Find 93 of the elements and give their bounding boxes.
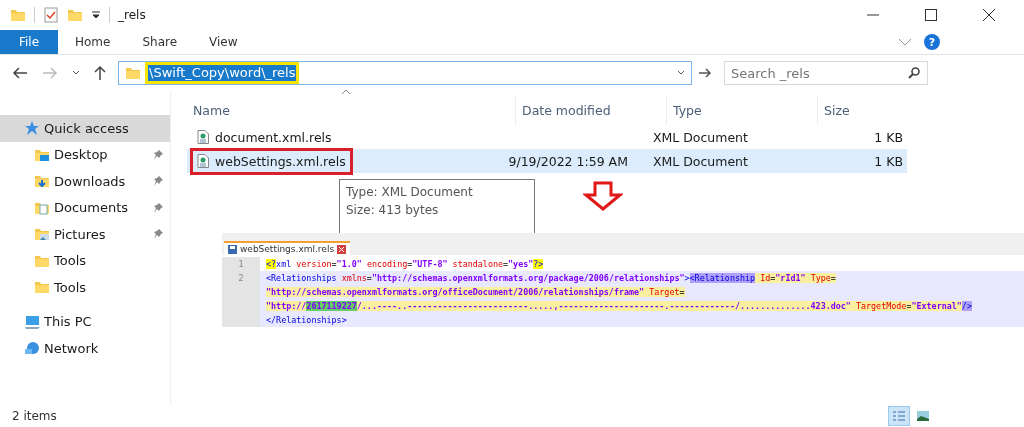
back-arrow-icon[interactable] [12,67,28,79]
sidebar-item[interactable]: Tools [0,247,170,274]
network-icon [24,340,40,357]
sidebar-item[interactable]: Pictures [0,221,170,248]
column-header[interactable]: Type [667,95,818,125]
highlighted-code-text: = [770,273,776,283]
help-button[interactable]: ? [924,34,940,50]
highlighted-code-text: "http://schemas.openxmlformats.org/officeDocument/2006/relationships/frame" [266,287,650,297]
details-list-icon [892,410,906,422]
code-text: "1.0" [336,259,363,269]
code-text: <Relationships [266,273,338,283]
file-menu-button[interactable]: File [0,30,58,54]
highlighted-code-text: <Relationship [689,273,756,283]
file-row[interactable]: webSettings.xml.rels 9/19/2022 1:59 AM XML Document 1 KB [187,149,907,173]
tooltip-text: Size: 413 bytes [346,202,440,219]
folder-icon [125,65,141,81]
sidebar-item[interactable]: Documents [0,194,170,221]
code-text: version [296,259,332,269]
code-text: = [503,259,509,269]
line-number-gutter: 2 [222,271,260,285]
up-arrow-icon[interactable] [94,65,106,81]
item-count: 2 items [12,409,57,423]
code-text: = [407,259,413,269]
code-text: = [366,273,372,283]
code-text: xml [276,259,293,269]
sidebar-item[interactable]: Network [0,335,170,362]
highlighted-code-text: Target [649,287,680,297]
downloads-folder-icon [34,173,50,190]
code-text: "UTF-8" [412,259,449,269]
column-header[interactable]: Size [818,95,934,125]
address-field[interactable]: \Swift_Copy\word\_rels [118,61,692,85]
sort-caret-icon[interactable] [341,89,351,95]
search-field[interactable]: Search _rels [724,61,928,85]
window-title: _rels [118,8,146,22]
code-text: </Relationships> [266,315,347,325]
sidebar-item[interactable]: This PC [0,308,170,335]
type-cell-text: XML Document [651,129,749,145]
highlighted-code-text: Type [810,273,831,283]
type-cell-text: XML Document [651,153,749,169]
maximize-icon[interactable] [925,9,937,21]
ribbon-tab[interactable]: Share [127,30,193,54]
go-arrow-icon[interactable] [698,67,712,79]
star-icon [24,120,40,137]
down-arrow-icon [583,181,623,211]
code-text: xmlns [341,273,367,283]
sidebar-item[interactable]: Quick access [0,115,170,142]
landscape-picture-icon [916,410,930,422]
file-name: webSettings.xml.rels [193,150,350,172]
xml-file-icon [197,154,209,168]
code-text: standalone [452,259,504,269]
checklist-icon[interactable] [43,7,59,23]
code-text: encoding [366,259,408,269]
highlighted-code-text: = [906,301,912,311]
tooltip-text: Type: XML Document [346,184,474,201]
code-text: = [331,259,337,269]
highlighted-code-text: = [679,287,685,297]
line-number-gutter: 1 [222,257,260,271]
computer-icon [24,313,40,330]
editor-tab[interactable]: webSettings.xml.rels [224,241,351,255]
highlighted-code-text: ?> [533,259,544,269]
chevron-down-icon[interactable] [677,70,685,76]
size-cell-text: 1 KB [873,129,904,145]
column-header[interactable]: Name [187,95,516,125]
ribbon-tab[interactable]: Home [60,30,126,54]
pin-icon[interactable] [152,148,164,161]
highlighted-code-text: "External" [911,301,962,311]
close-icon[interactable] [983,9,995,21]
file-row[interactable]: document.xml.rels XML Document 1 KB [187,125,907,149]
folder-icon [34,279,50,296]
highlighted-code-text: Id [755,273,771,283]
highlighted-code-text: 2617119227 [306,301,357,311]
address-path[interactable]: \Swift_Copy\word\_rels [145,62,300,84]
column-header[interactable]: Date modified [516,95,667,125]
highlighted-code-text: TargetMode [855,301,907,311]
chevron-down-icon[interactable] [72,70,80,76]
code-text: "http://schemas.openxmlformats.org/package/2006/relationships" [371,273,685,283]
dropdown-icon[interactable] [91,10,101,20]
pin-icon[interactable] [152,201,164,214]
sidebar-item[interactable]: Tools [0,274,170,301]
file-name: document.xml.rels [193,126,336,148]
date-cell-text: 9/19/2022 1:59 AM [507,153,629,169]
pictures-folder-icon [34,226,50,243]
size-cell-text: 1 KB [873,153,904,169]
xml-file-icon [197,130,209,144]
ribbon-tab[interactable]: View [194,30,253,54]
code-text: > [684,273,690,283]
search-icon[interactable] [908,67,920,79]
highlighted-code-text: "rId1" [775,273,811,283]
code-text: "yes" [508,259,534,269]
sidebar-item[interactable]: Downloads [0,168,170,195]
highlighted-code-text: = [830,273,836,283]
highlighted-code-text: /> [961,301,972,311]
sidebar-item[interactable]: Desktop [0,141,170,168]
